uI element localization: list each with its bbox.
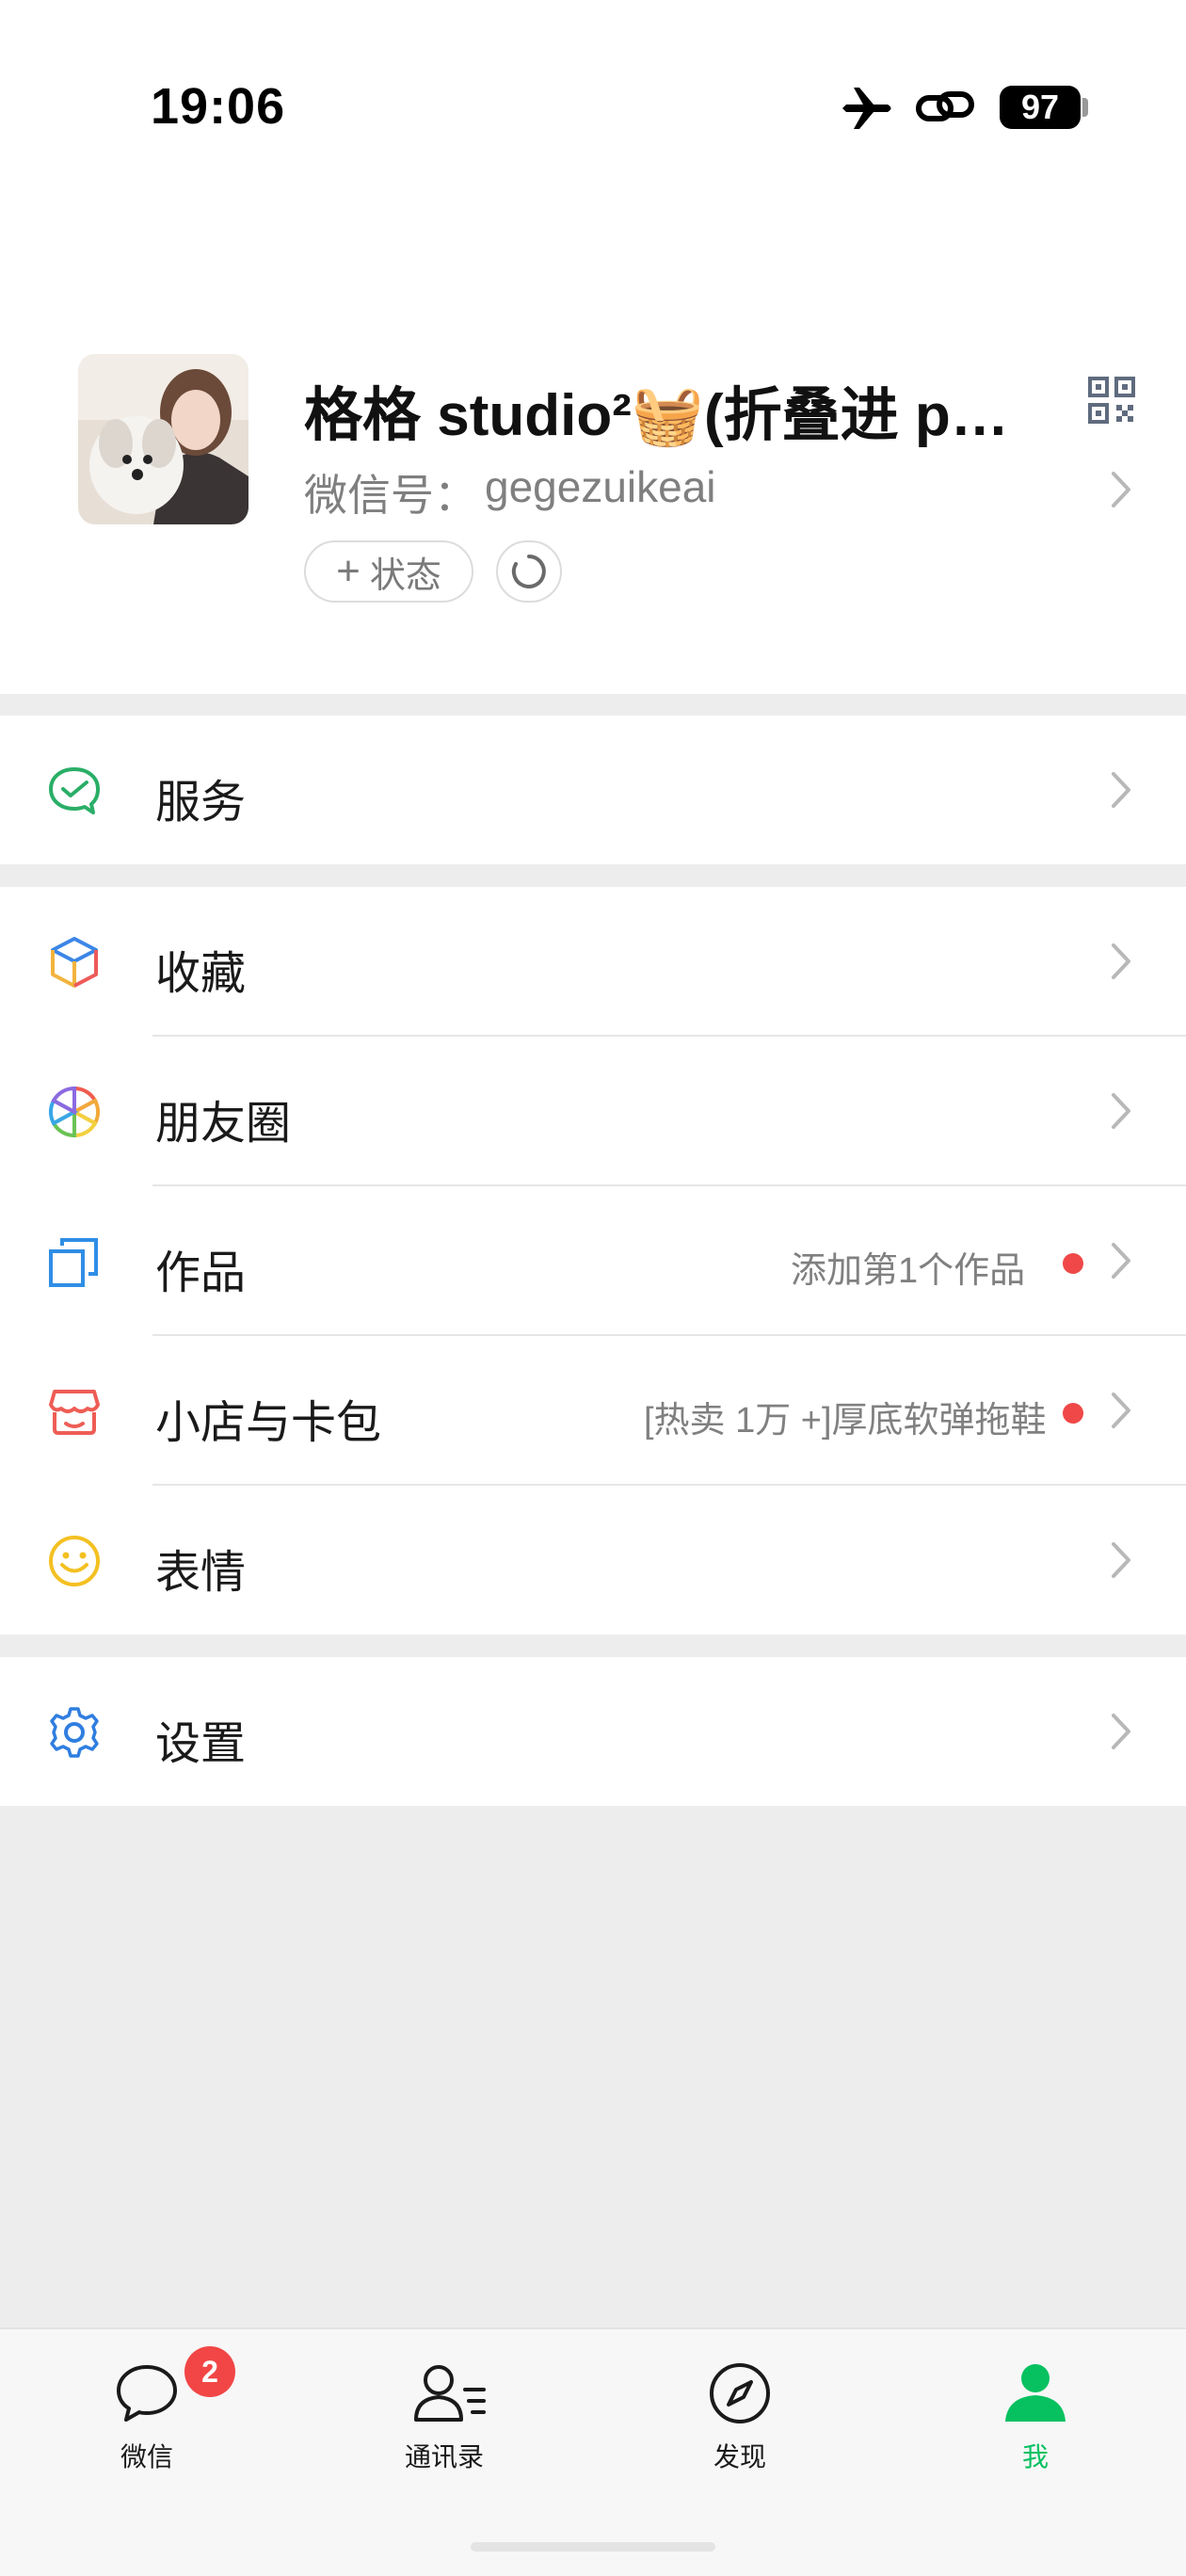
- avatar[interactable]: [78, 354, 248, 524]
- menu-item-moments[interactable]: 朋友圈: [0, 1037, 1186, 1185]
- compass-icon: [710, 2363, 770, 2423]
- tab-discover[interactable]: 发现: [646, 2329, 834, 2518]
- add-status-button[interactable]: + 状态: [304, 540, 473, 603]
- tab-contacts[interactable]: 通讯录: [350, 2329, 538, 2518]
- menu-label-works: 作品: [155, 1248, 247, 1298]
- profile-nickname: 格格 studio²🧺(折叠进 pyq…: [304, 383, 1034, 448]
- status-button-label: 状态: [369, 555, 441, 596]
- menu-label-favorites: 收藏: [155, 949, 247, 999]
- red-dot-badge: [1063, 1253, 1083, 1274]
- shop-store-icon: [49, 1390, 100, 1435]
- menu-label-services: 服务: [155, 778, 247, 828]
- ring-icon: [511, 555, 546, 588]
- wechat-id-label: 微信号：: [304, 471, 477, 520]
- status-bar: 19:06 97: [0, 0, 1186, 188]
- battery-indicator: 97: [1000, 86, 1081, 129]
- settings-gear-icon: [50, 1707, 99, 1758]
- menu-group-settings: 设置: [0, 1657, 1186, 1806]
- person-icon: [1005, 2364, 1066, 2422]
- profile-header[interactable]: 格格 studio²🧺(折叠进 pyq… 微信号： gegezuikeai + …: [0, 188, 1186, 694]
- works-hint-text: 添加第1个作品: [791, 1251, 1026, 1291]
- chat-bubble-icon: [117, 2365, 177, 2422]
- qr-code-icon[interactable]: [1088, 377, 1135, 424]
- menu-item-favorites[interactable]: 收藏: [0, 887, 1186, 1036]
- menu-item-settings[interactable]: 设置: [0, 1657, 1186, 1806]
- menu-item-shop[interactable]: 小店与卡包 [热卖 1万 +]厚底软弹拖鞋: [0, 1336, 1186, 1485]
- chevron-right-icon: [1112, 1243, 1130, 1279]
- tab-label: 通讯录: [404, 2442, 484, 2471]
- menu-item-services[interactable]: 服务: [0, 716, 1186, 864]
- services-icon: [49, 767, 100, 814]
- tab-me[interactable]: 我: [941, 2329, 1130, 2518]
- avatar-image: [78, 354, 248, 524]
- menu-item-stickers[interactable]: 表情: [0, 1486, 1186, 1634]
- menu-label-shop: 小店与卡包: [155, 1398, 382, 1448]
- link-icon: [916, 91, 974, 121]
- shop-promo-text: [热卖 1万 +]厚底软弹拖鞋: [644, 1401, 1047, 1441]
- battery-cap: [1082, 98, 1088, 117]
- chevron-right-icon: [1112, 1393, 1130, 1428]
- works-pages-icon: [49, 1238, 98, 1287]
- red-dot-badge: [1063, 1403, 1083, 1424]
- menu-label-stickers: 表情: [155, 1548, 247, 1598]
- tab-chats[interactable]: 2 微信: [53, 2329, 241, 2518]
- menu-group-main: 收藏 朋友圈 作品 添加第1个作品 小店与卡包 [热卖 1万 +]厚底软弹拖鞋 …: [0, 887, 1186, 1634]
- tab-label: 发现: [713, 2442, 766, 2471]
- sticker-smiley-icon: [49, 1536, 100, 1586]
- contacts-icon: [414, 2365, 486, 2422]
- chevron-right-icon: [1112, 472, 1130, 507]
- unread-badge: 2: [184, 2346, 235, 2397]
- chevron-right-icon: [1112, 1093, 1130, 1129]
- chevron-right-icon: [1112, 1714, 1130, 1749]
- chevron-right-icon: [1112, 1542, 1130, 1578]
- home-indicator: [471, 2542, 715, 2552]
- plus-icon: +: [336, 548, 361, 594]
- menu-item-works[interactable]: 作品 添加第1个作品: [0, 1186, 1186, 1335]
- wechat-id-value: gegezuikeai: [485, 462, 716, 511]
- moments-aperture-icon: [48, 1086, 101, 1138]
- tab-label: 微信: [120, 2442, 173, 2471]
- status-ring-button[interactable]: [496, 540, 562, 603]
- tab-bar: 2 微信 通讯录 发现 我: [0, 2327, 1186, 2576]
- favorites-cube-icon: [51, 937, 98, 988]
- status-time: 19:06: [151, 78, 286, 135]
- menu-group-services: 服务: [0, 716, 1186, 864]
- airplane-mode-icon: [842, 88, 891, 129]
- menu-label-moments: 朋友圈: [155, 1099, 292, 1149]
- menu-label-settings: 设置: [155, 1719, 247, 1769]
- chevron-right-icon: [1112, 943, 1130, 979]
- chevron-right-icon: [1112, 772, 1130, 808]
- tab-label: 我: [1021, 2442, 1049, 2471]
